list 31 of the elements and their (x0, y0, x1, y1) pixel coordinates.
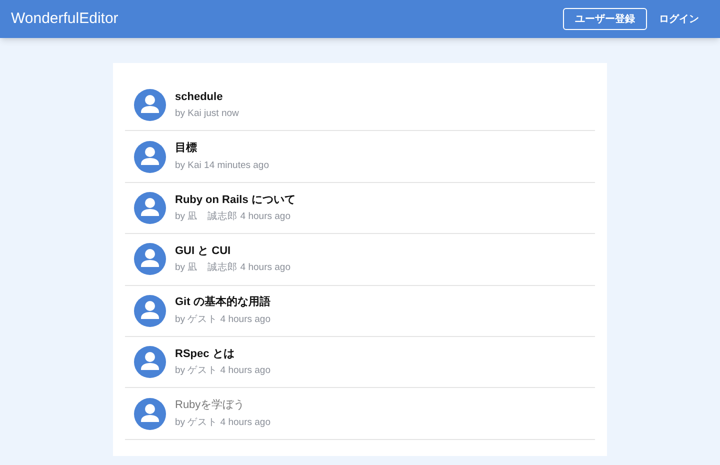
article-title: GUI と CUI (175, 244, 232, 259)
article-item[interactable]: Git の基本的な用語 by ゲスト 4 hours ago (125, 286, 595, 337)
article-meta: by 凪 誠志郎 4 hours ago (175, 261, 290, 276)
user-avatar-icon (134, 140, 166, 173)
article-meta: by Kai just now (175, 107, 239, 122)
article-meta: by ゲスト 4 hours ago (175, 364, 270, 378)
article-meta: by Kai 14 minutes ago (175, 158, 270, 173)
user-avatar-icon (134, 346, 166, 378)
article-title: RSpec とは (175, 346, 236, 362)
article-title: 目標 (175, 140, 198, 156)
article-item[interactable]: GUI と CUI by 凪 誠志郎 4 hours ago (125, 234, 595, 286)
user-avatar-icon (134, 243, 166, 276)
article-item[interactable]: Rubyを学ぼう by ゲスト 4 hours ago (125, 388, 595, 440)
article-meta: by 凪 誠志郎 4 hours ago (175, 210, 292, 224)
article-title: Git の基本的な用語 (175, 294, 270, 310)
login-button[interactable]: ログイン (657, 8, 701, 30)
article-meta: by ゲスト 4 hours ago (175, 312, 270, 327)
article-item[interactable]: RSpec とは by ゲスト 4 hours ago (125, 336, 595, 388)
signup-button[interactable]: ユーザー登録 (563, 8, 647, 30)
user-avatar-icon (134, 294, 166, 327)
brand-title[interactable]: WonderfulEditor (11, 8, 118, 30)
user-avatar-icon (134, 192, 166, 224)
article-meta: by ゲスト 4 hours ago (175, 416, 270, 430)
article-title: schedule (175, 90, 224, 105)
article-item[interactable]: 目標 by Kai 14 minutes ago (125, 131, 595, 183)
article-item[interactable]: schedule by Kai just now (125, 80, 595, 132)
article-title: Ruby on Rails について (175, 192, 296, 208)
article-item[interactable]: Ruby on Rails について by 凪 誠志郎 4 hours ago (125, 182, 595, 234)
user-avatar-icon (134, 398, 166, 430)
user-avatar-icon (134, 89, 166, 122)
article-title: Rubyを学ぼう (175, 398, 246, 414)
